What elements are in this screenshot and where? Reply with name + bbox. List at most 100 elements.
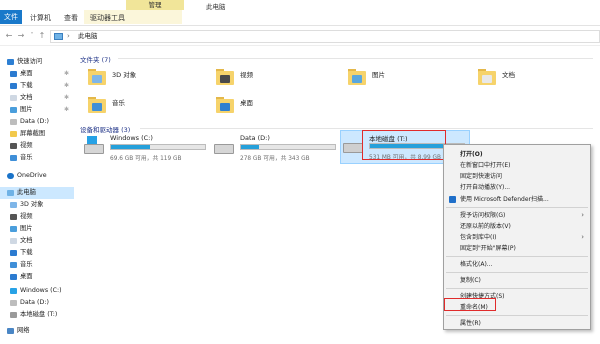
defender-shield-icon (449, 196, 456, 203)
menu-separator (446, 315, 588, 316)
tab-file[interactable]: 文件 (0, 10, 22, 24)
folder-music[interactable]: 音乐 (88, 94, 208, 120)
sidebar-item-onedrive[interactable]: OneDrive (0, 170, 74, 182)
highlight-box-rename (444, 298, 496, 311)
picture-icon (352, 75, 362, 83)
folder-documents[interactable]: 文档 (478, 66, 598, 92)
sidebar-item-this-pc[interactable]: 此电脑 (0, 187, 74, 199)
system-drive-icon (84, 136, 104, 154)
music-note-icon (92, 103, 102, 111)
desktop-icon (10, 274, 17, 280)
film-icon (220, 75, 230, 83)
tab-computer[interactable]: 计算机 (24, 12, 57, 24)
highlight-box-drive (362, 130, 446, 160)
drive-data-d[interactable]: Data (D:) 278 GB 可用，共 343 GB (212, 132, 342, 166)
recent-locations-chevron-icon[interactable]: ˅ (27, 31, 37, 41)
folder-icon (478, 66, 498, 86)
pin-icon: ✱ (64, 70, 70, 77)
tab-drive-tools[interactable]: 驱动器工具 (84, 12, 131, 24)
drive-windows-c[interactable]: Windows (C:) 69.6 GB 可用，共 119 GB (82, 132, 212, 166)
sidebar-item-documents-pc[interactable]: 文档 (0, 235, 74, 247)
usb-drive-icon (343, 143, 363, 153)
drive-icon (10, 288, 17, 294)
folder-icon (216, 66, 236, 86)
menu-item-restore-versions[interactable]: 还原以前的版本(V) (444, 221, 590, 232)
forward-arrow-icon[interactable]: → (16, 31, 26, 41)
menu-separator (446, 272, 588, 273)
video-icon (10, 214, 17, 220)
usage-bar (110, 144, 206, 150)
folder-videos[interactable]: 视频 (216, 66, 336, 92)
sidebar-item-local-disk-t[interactable]: 本地磁盘 (T:) (0, 309, 74, 321)
menu-item-pin-start[interactable]: 固定到"开始"屏幕(P) (444, 243, 590, 254)
usage-bar-fill (241, 145, 259, 149)
computer-icon (7, 190, 14, 196)
pin-icon: ✱ (64, 106, 70, 113)
pin-icon: ✱ (64, 82, 70, 89)
tab-view[interactable]: 查看 (58, 12, 84, 24)
sidebar-item-music[interactable]: 音乐 (0, 152, 74, 164)
folder-pictures[interactable]: 图片 (348, 66, 468, 92)
sidebar-item-desktop-pc[interactable]: 桌面 (0, 271, 74, 283)
menu-separator (446, 207, 588, 208)
menu-separator (446, 288, 588, 289)
sidebar-item-pictures-pc[interactable]: 图片 (0, 223, 74, 235)
group-divider (140, 128, 593, 129)
menu-item-open[interactable]: 打开(O) (444, 149, 590, 160)
document-icon (10, 238, 17, 244)
sidebar-item-downloads-pc[interactable]: 下载 (0, 247, 74, 259)
folder-3d-objects[interactable]: 3D 对象 (88, 66, 208, 92)
document-icon (482, 75, 492, 83)
sidebar-item-windows-c[interactable]: Windows (C:) (0, 285, 74, 297)
this-pc-icon (54, 33, 63, 40)
up-arrow-icon[interactable]: ↑ (37, 31, 47, 41)
folder-icon (10, 131, 17, 137)
navigation-pane: 快速访问 桌面 ✱ 下载 ✱ 文档 ✱ 图片 ✱ Data (D:) 屏幕截图 … (0, 52, 74, 344)
sidebar-item-documents[interactable]: 文档 ✱ (0, 92, 74, 104)
star-icon (7, 59, 14, 65)
submenu-arrow-icon: › (581, 211, 584, 219)
picture-icon (10, 107, 17, 113)
sidebar-item-downloads[interactable]: 下载 ✱ (0, 80, 74, 92)
sidebar-item-3d-objects[interactable]: 3D 对象 (0, 199, 74, 211)
sidebar-item-pictures[interactable]: 图片 ✱ (0, 104, 74, 116)
menu-item-format[interactable]: 格式化(A)... (444, 259, 590, 270)
menu-item-properties[interactable]: 属性(R) (444, 318, 590, 329)
folder-desktop[interactable]: 桌面 (216, 94, 336, 120)
menu-item-open-new-window[interactable]: 在新窗口中打开(E) (444, 160, 590, 171)
usage-bar-fill (111, 145, 151, 149)
sidebar-item-videos[interactable]: 视频 (0, 140, 74, 152)
desktop-icon (220, 103, 230, 111)
sidebar-item-data-d-pc[interactable]: Data (D:) (0, 297, 74, 309)
sidebar-item-screenshots[interactable]: 屏幕截图 (0, 128, 74, 140)
sidebar-item-network[interactable]: 网络 (0, 325, 74, 337)
group-divider (118, 58, 593, 59)
address-bar-row: ← → ˅ ↑ › 此电脑 (0, 26, 600, 46)
music-icon (10, 262, 17, 268)
menu-item-pin-quick-access[interactable]: 固定到快速访问 (444, 171, 590, 182)
breadcrumb-this-pc[interactable]: 此电脑 (78, 31, 98, 42)
cube-icon (92, 75, 102, 83)
document-icon (10, 95, 17, 101)
menu-item-give-access[interactable]: 授予访问权限(G) › (444, 210, 590, 221)
drive-icon (10, 119, 17, 125)
sidebar-item-desktop[interactable]: 桌面 ✱ (0, 68, 74, 80)
address-field[interactable]: › 此电脑 (50, 30, 600, 43)
menu-item-copy[interactable]: 复制(C) (444, 275, 590, 286)
sidebar-item-data-d[interactable]: Data (D:) (0, 116, 74, 128)
menu-item-defender-scan[interactable]: 使用 Microsoft Defender扫描... (444, 194, 590, 205)
music-icon (10, 155, 17, 161)
folders-group-header[interactable]: 文件夹 (7) (80, 54, 111, 64)
back-arrow-icon[interactable]: ← (4, 31, 14, 41)
sidebar-item-quick-access[interactable]: 快速访问 (0, 56, 74, 68)
submenu-arrow-icon: › (581, 233, 584, 241)
desktop-icon (10, 71, 17, 77)
sidebar-item-videos-pc[interactable]: 视频 (0, 211, 74, 223)
sidebar-item-music-pc[interactable]: 音乐 (0, 259, 74, 271)
usage-bar (240, 144, 336, 150)
menu-item-autoplay[interactable]: 打开自动播放(Y)... (444, 182, 590, 193)
folder-icon (216, 94, 236, 114)
menu-item-include-library[interactable]: 包含到库中(I) › (444, 232, 590, 243)
drive-icon (10, 300, 17, 306)
folder-icon (88, 94, 108, 114)
